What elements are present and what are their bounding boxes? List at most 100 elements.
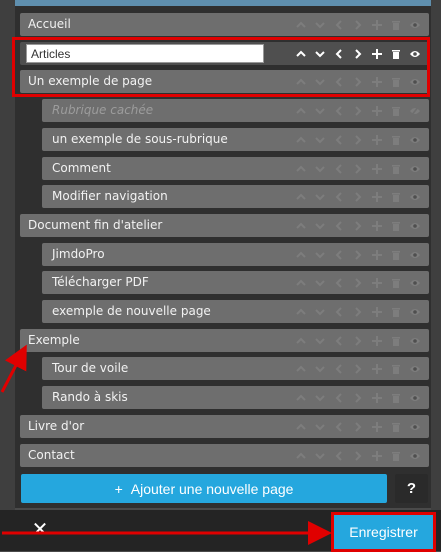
chevron-right-icon[interactable]: [352, 133, 364, 147]
eye-icon[interactable]: [409, 190, 421, 204]
chevron-up-icon[interactable]: [295, 47, 307, 61]
page-row[interactable]: Comment: [42, 157, 429, 180]
plus-icon[interactable]: [371, 133, 383, 147]
save-button[interactable]: Enregistrer: [334, 515, 433, 549]
page-row[interactable]: Rubrique cachée: [42, 99, 429, 122]
chevron-right-icon[interactable]: [352, 47, 364, 61]
trash-icon[interactable]: [390, 162, 402, 176]
chevron-down-icon[interactable]: [314, 47, 326, 61]
chevron-left-icon[interactable]: [333, 219, 345, 233]
chevron-left-icon[interactable]: [333, 449, 345, 463]
plus-icon[interactable]: [371, 362, 383, 376]
chevron-left-icon[interactable]: [333, 362, 345, 376]
eye-icon[interactable]: [409, 248, 421, 262]
eye-icon[interactable]: [409, 133, 421, 147]
add-page-button[interactable]: + Ajouter une nouvelle page: [21, 474, 387, 503]
plus-icon[interactable]: [371, 18, 383, 32]
chevron-right-icon[interactable]: [352, 276, 364, 290]
plus-icon[interactable]: [371, 248, 383, 262]
trash-icon[interactable]: [390, 334, 402, 348]
chevron-right-icon[interactable]: [352, 449, 364, 463]
eye-icon[interactable]: [409, 334, 421, 348]
trash-icon[interactable]: [390, 104, 402, 118]
trash-icon[interactable]: [390, 47, 402, 61]
page-row[interactable]: Accueil: [20, 13, 429, 36]
trash-icon[interactable]: [390, 75, 402, 89]
eye-icon[interactable]: [409, 449, 421, 463]
plus-icon[interactable]: [371, 334, 383, 348]
chevron-down-icon[interactable]: [314, 18, 326, 32]
page-row[interactable]: Modifier navigation: [42, 185, 429, 208]
eye-icon[interactable]: [409, 219, 421, 233]
chevron-up-icon[interactable]: [295, 449, 307, 463]
chevron-down-icon[interactable]: [314, 305, 326, 319]
chevron-right-icon[interactable]: [352, 219, 364, 233]
chevron-left-icon[interactable]: [333, 305, 345, 319]
plus-icon[interactable]: [371, 162, 383, 176]
plus-icon[interactable]: [371, 276, 383, 290]
trash-icon[interactable]: [390, 362, 402, 376]
plus-icon[interactable]: [371, 449, 383, 463]
chevron-up-icon[interactable]: [295, 248, 307, 262]
eye-icon[interactable]: [409, 47, 421, 61]
plus-icon[interactable]: [371, 391, 383, 405]
trash-icon[interactable]: [390, 190, 402, 204]
chevron-right-icon[interactable]: [352, 190, 364, 204]
trash-icon[interactable]: [390, 276, 402, 290]
eye-icon[interactable]: [409, 18, 421, 32]
trash-icon[interactable]: [390, 449, 402, 463]
eye-icon[interactable]: [409, 391, 421, 405]
chevron-right-icon[interactable]: [352, 391, 364, 405]
chevron-left-icon[interactable]: [333, 391, 345, 405]
chevron-down-icon[interactable]: [314, 190, 326, 204]
page-row[interactable]: [20, 42, 429, 65]
chevron-up-icon[interactable]: [295, 219, 307, 233]
trash-icon[interactable]: [390, 248, 402, 262]
close-icon[interactable]: ✕: [30, 520, 50, 540]
chevron-right-icon[interactable]: [352, 362, 364, 376]
chevron-left-icon[interactable]: [333, 47, 345, 61]
chevron-down-icon[interactable]: [314, 449, 326, 463]
plus-icon[interactable]: [371, 305, 383, 319]
chevron-down-icon[interactable]: [314, 162, 326, 176]
chevron-right-icon[interactable]: [352, 248, 364, 262]
chevron-down-icon[interactable]: [314, 219, 326, 233]
chevron-down-icon[interactable]: [314, 276, 326, 290]
chevron-left-icon[interactable]: [333, 420, 345, 434]
chevron-left-icon[interactable]: [333, 18, 345, 32]
chevron-left-icon[interactable]: [333, 276, 345, 290]
chevron-left-icon[interactable]: [333, 248, 345, 262]
chevron-up-icon[interactable]: [295, 362, 307, 376]
trash-icon[interactable]: [390, 305, 402, 319]
page-row[interactable]: exemple de nouvelle page: [42, 300, 429, 323]
trash-icon[interactable]: [390, 391, 402, 405]
chevron-up-icon[interactable]: [295, 133, 307, 147]
chevron-right-icon[interactable]: [352, 18, 364, 32]
eye-icon[interactable]: [409, 420, 421, 434]
eye-icon[interactable]: [409, 362, 421, 376]
eye-slash-icon[interactable]: [409, 104, 421, 118]
chevron-up-icon[interactable]: [295, 162, 307, 176]
plus-icon[interactable]: [371, 420, 383, 434]
eye-icon[interactable]: [409, 75, 421, 89]
chevron-down-icon[interactable]: [314, 104, 326, 118]
chevron-down-icon[interactable]: [314, 248, 326, 262]
trash-icon[interactable]: [390, 18, 402, 32]
page-row[interactable]: un exemple de sous-rubrique: [42, 128, 429, 151]
chevron-right-icon[interactable]: [352, 334, 364, 348]
page-row[interactable]: Livre d'or: [20, 415, 429, 438]
chevron-down-icon[interactable]: [314, 133, 326, 147]
chevron-up-icon[interactable]: [295, 334, 307, 348]
eye-icon[interactable]: [409, 305, 421, 319]
chevron-down-icon[interactable]: [314, 75, 326, 89]
chevron-left-icon[interactable]: [333, 162, 345, 176]
chevron-left-icon[interactable]: [333, 190, 345, 204]
page-row[interactable]: Un exemple de page: [20, 70, 429, 93]
page-row[interactable]: Contact: [20, 444, 429, 467]
chevron-right-icon[interactable]: [352, 104, 364, 118]
page-name-input[interactable]: [26, 44, 264, 63]
page-row[interactable]: Exemple: [20, 329, 429, 352]
chevron-up-icon[interactable]: [295, 104, 307, 118]
chevron-left-icon[interactable]: [333, 133, 345, 147]
chevron-up-icon[interactable]: [295, 420, 307, 434]
